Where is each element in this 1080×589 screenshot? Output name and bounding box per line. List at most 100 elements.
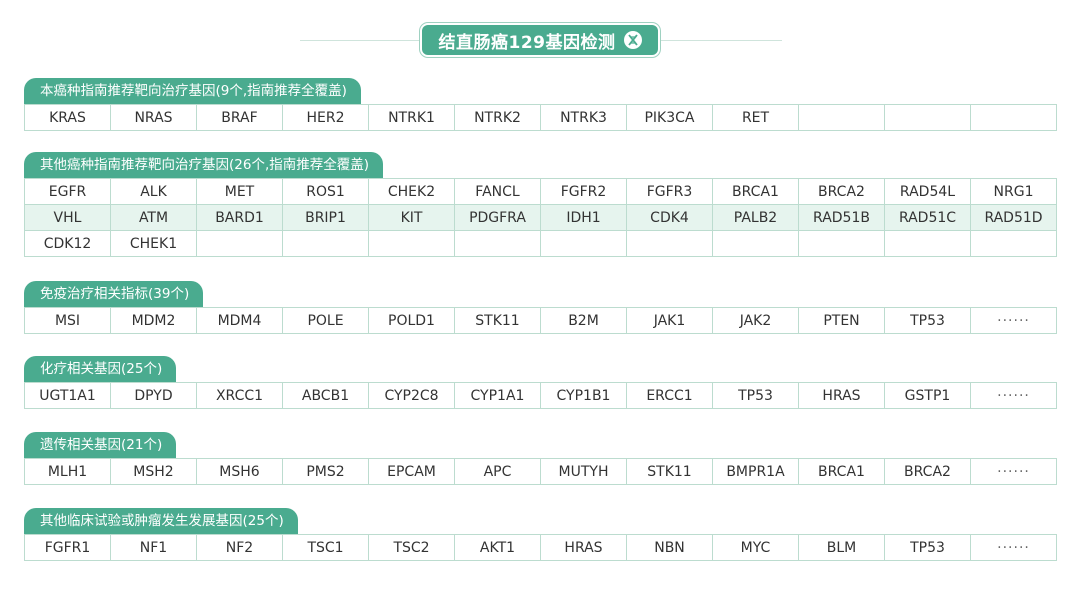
gene-cell: BRCA1	[798, 458, 885, 485]
gene-cell: HRAS	[798, 382, 885, 409]
gene-cell	[884, 104, 971, 131]
section-label: 本癌种指南推荐靶向治疗基因(9个,指南推荐全覆盖)	[24, 78, 361, 104]
gene-cell: TP53	[884, 307, 971, 334]
gene-cell: RAD51D	[970, 204, 1057, 231]
gene-cell: MDM4	[196, 307, 283, 334]
gene-cell: PMS2	[282, 458, 369, 485]
page-header: 结直肠癌129基因检测	[0, 22, 1080, 60]
gene-section: 免疫治疗相关指标(39个) MSI MDM2 MDM4 POLE POLD1 STK11 B2…	[24, 281, 1057, 334]
gene-section: 化疗相关基因(25个) UGT1A1 DPYD XRCC1 ABCB1 CYP2C8 CYP…	[24, 356, 1057, 409]
gene-cell: PDGFRA	[454, 204, 541, 231]
section-label: 化疗相关基因(25个)	[24, 356, 177, 382]
section-label: 免疫治疗相关指标(39个)	[24, 281, 204, 307]
gene-cell	[712, 230, 799, 257]
gene-cell: MSI	[24, 307, 111, 334]
gene-cell: VHL	[24, 204, 111, 231]
gene-cell: TP53	[712, 382, 799, 409]
section-label: 其他癌种指南推荐靶向治疗基因(26个,指南推荐全覆盖)	[24, 152, 384, 178]
dna-icon	[623, 31, 642, 49]
gene-cell: MSH6	[196, 458, 283, 485]
gene-cell	[626, 230, 713, 257]
gene-cell: RAD54L	[884, 178, 971, 205]
gene-cell: KIT	[368, 204, 455, 231]
table-row: FGFR1 NF1 NF2 TSC1 TSC2 AKT1 HRAS NBN MYC BLM TP53…	[24, 534, 1057, 561]
gene-cell: FGFR3	[626, 178, 713, 205]
title-divider-left	[300, 40, 422, 41]
gene-cell: DPYD	[110, 382, 197, 409]
gene-cell: STK11	[454, 307, 541, 334]
gene-table: FGFR1 NF1 NF2 TSC1 TSC2 AKT1 HRAS NBN MYC BLM TP53…	[24, 534, 1057, 561]
title-divider-right	[660, 40, 782, 41]
gene-cell: BRCA2	[884, 458, 971, 485]
gene-cell	[884, 230, 971, 257]
gene-cell: NBN	[626, 534, 713, 561]
gene-cell: KRAS	[24, 104, 111, 131]
gene-cell: FGFR1	[24, 534, 111, 561]
gene-cell: UGT1A1	[24, 382, 111, 409]
gene-cell: BMPR1A	[712, 458, 799, 485]
gene-cell: ······	[970, 534, 1057, 561]
gene-cell: ALK	[110, 178, 197, 205]
gene-cell: POLD1	[368, 307, 455, 334]
gene-cell	[540, 230, 627, 257]
gene-cell: APC	[454, 458, 541, 485]
section-label: 其他临床试验或肿瘤发生发展基因(25个)	[24, 508, 298, 534]
gene-cell: CHEK1	[110, 230, 197, 257]
table-row: EGFR ALK MET ROS1 CHEK2 FANCL FGFR2 FGFR3 BRCA1 B…	[24, 178, 1057, 205]
gene-cell: BLM	[798, 534, 885, 561]
gene-cell	[798, 104, 885, 131]
gene-cell: CDK12	[24, 230, 111, 257]
gene-cell: BRCA2	[798, 178, 885, 205]
gene-cell: MSH2	[110, 458, 197, 485]
gene-cell: CHEK2	[368, 178, 455, 205]
gene-cell: NRG1	[970, 178, 1057, 205]
gene-cell: BRAF	[196, 104, 283, 131]
gene-cell: CYP1A1	[454, 382, 541, 409]
table-row: VHL ATM BARD1 BRIP1 KIT PDGFRA IDH1 CDK4 PALB2 RA…	[24, 204, 1057, 231]
gene-cell	[970, 230, 1057, 257]
gene-cell: GSTP1	[884, 382, 971, 409]
table-row: CDK12 CHEK1	[24, 230, 1057, 257]
table-row: UGT1A1 DPYD XRCC1 ABCB1 CYP2C8 CYP1A1 CYP1B1 ER…	[24, 382, 1057, 409]
gene-cell: IDH1	[540, 204, 627, 231]
gene-cell: RAD51C	[884, 204, 971, 231]
gene-cell: PALB2	[712, 204, 799, 231]
gene-section: 本癌种指南推荐靶向治疗基因(9个,指南推荐全覆盖) KRAS NRAS BRAF HER…	[24, 78, 1057, 131]
gene-cell: BRCA1	[712, 178, 799, 205]
page-title: 结直肠癌129基因检测	[438, 32, 616, 53]
gene-cell: ATM	[110, 204, 197, 231]
gene-cell: JAK1	[626, 307, 713, 334]
gene-table: UGT1A1 DPYD XRCC1 ABCB1 CYP2C8 CYP1A1 CYP1B1 ER…	[24, 382, 1057, 409]
gene-cell: NF2	[196, 534, 283, 561]
gene-cell: CDK4	[626, 204, 713, 231]
gene-cell: ROS1	[282, 178, 369, 205]
gene-cell: TSC2	[368, 534, 455, 561]
page-title-banner: 结直肠癌129基因检测	[422, 25, 658, 55]
gene-cell: B2M	[540, 307, 627, 334]
gene-table: EGFR ALK MET ROS1 CHEK2 FANCL FGFR2 FGFR3 BRCA1 B…	[24, 178, 1057, 257]
table-row: MSI MDM2 MDM4 POLE POLD1 STK11 B2M JAK1 JAK2 PTEN…	[24, 307, 1057, 334]
gene-cell: MYC	[712, 534, 799, 561]
gene-cell: RAD51B	[798, 204, 885, 231]
gene-cell: AKT1	[454, 534, 541, 561]
gene-cell: HER2	[282, 104, 369, 131]
gene-cell: CYP2C8	[368, 382, 455, 409]
gene-cell: RET	[712, 104, 799, 131]
gene-cell: FGFR2	[540, 178, 627, 205]
gene-cell	[454, 230, 541, 257]
gene-cell: ERCC1	[626, 382, 713, 409]
gene-cell: NF1	[110, 534, 197, 561]
gene-cell: NTRK1	[368, 104, 455, 131]
gene-section: 遗传相关基因(21个) MLH1 MSH2 MSH6 PMS2 EPCAM APC MUTYH…	[24, 432, 1057, 485]
gene-cell: ······	[970, 307, 1057, 334]
gene-cell	[970, 104, 1057, 131]
gene-cell: MUTYH	[540, 458, 627, 485]
gene-cell: EPCAM	[368, 458, 455, 485]
gene-cell: MET	[196, 178, 283, 205]
table-row: KRAS NRAS BRAF HER2 NTRK1 NTRK2 NTRK3 PIK3CA RET	[24, 104, 1057, 131]
gene-cell: ABCB1	[282, 382, 369, 409]
gene-cell: ······	[970, 458, 1057, 485]
gene-cell	[282, 230, 369, 257]
gene-cell: NRAS	[110, 104, 197, 131]
gene-cell: HRAS	[540, 534, 627, 561]
